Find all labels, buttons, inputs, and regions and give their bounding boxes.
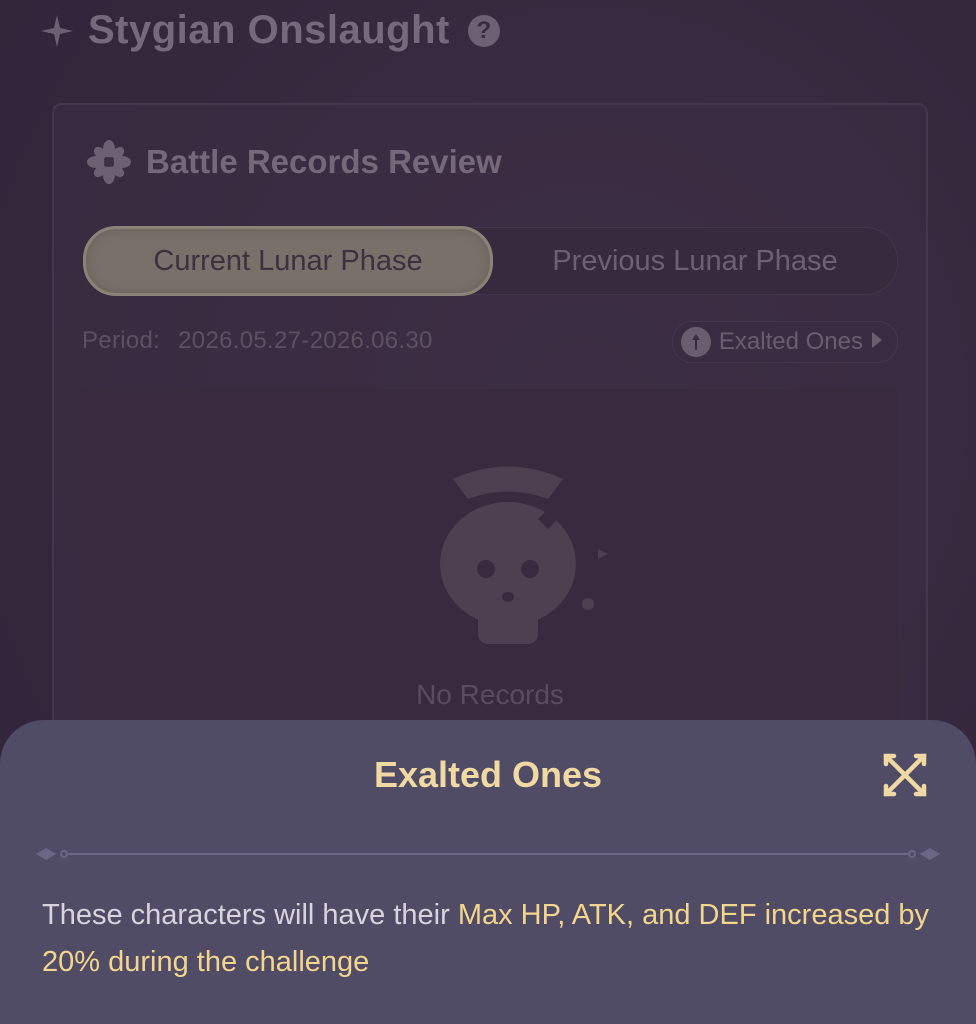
period-value: 2026.05.27-2026.06.30 <box>178 327 433 354</box>
card-title: Battle Records Review <box>146 143 502 180</box>
sparkle-icon <box>40 14 74 48</box>
description-text: These characters will have their <box>42 899 458 931</box>
exalted-description: These characters will have their Max HP,… <box>42 892 942 986</box>
exalted-icon <box>680 327 711 357</box>
phase-tabs: Current Lunar Phase Previous Lunar Phase <box>83 226 898 296</box>
flower-icon <box>86 139 132 185</box>
exalted-ones-label: Exalted Ones <box>718 328 863 355</box>
exalted-ones-sheet: Exalted Ones These characters will have … <box>0 720 976 1024</box>
card-header: Battle Records Review <box>86 139 502 185</box>
ornament-divider <box>34 844 942 864</box>
play-arrow-icon <box>871 328 883 356</box>
page-title: Stygian Onslaught <box>88 8 450 52</box>
no-records-text: No Records <box>416 679 564 710</box>
close-icon[interactable] <box>880 750 930 800</box>
tab-previous-lunar-phase[interactable]: Previous Lunar Phase <box>493 228 897 294</box>
question-icon[interactable]: ? <box>467 14 500 47</box>
mascot-illustration <box>398 459 618 649</box>
tab-current-lunar-phase[interactable]: Current Lunar Phase <box>83 226 493 296</box>
period-label: Period: <box>82 327 161 354</box>
page: Stygian Onslaught ? Battle Records Revie… <box>0 0 976 1024</box>
page-header: Stygian Onslaught ? <box>40 8 500 53</box>
battle-records-card: Battle Records Review Current Lunar Phas… <box>52 103 928 807</box>
exalted-ones-button[interactable]: Exalted Ones <box>671 321 898 363</box>
period-row: Period: 2026.05.27-2026.06.30 <box>82 327 433 355</box>
sheet-title: Exalted Ones <box>373 754 603 795</box>
